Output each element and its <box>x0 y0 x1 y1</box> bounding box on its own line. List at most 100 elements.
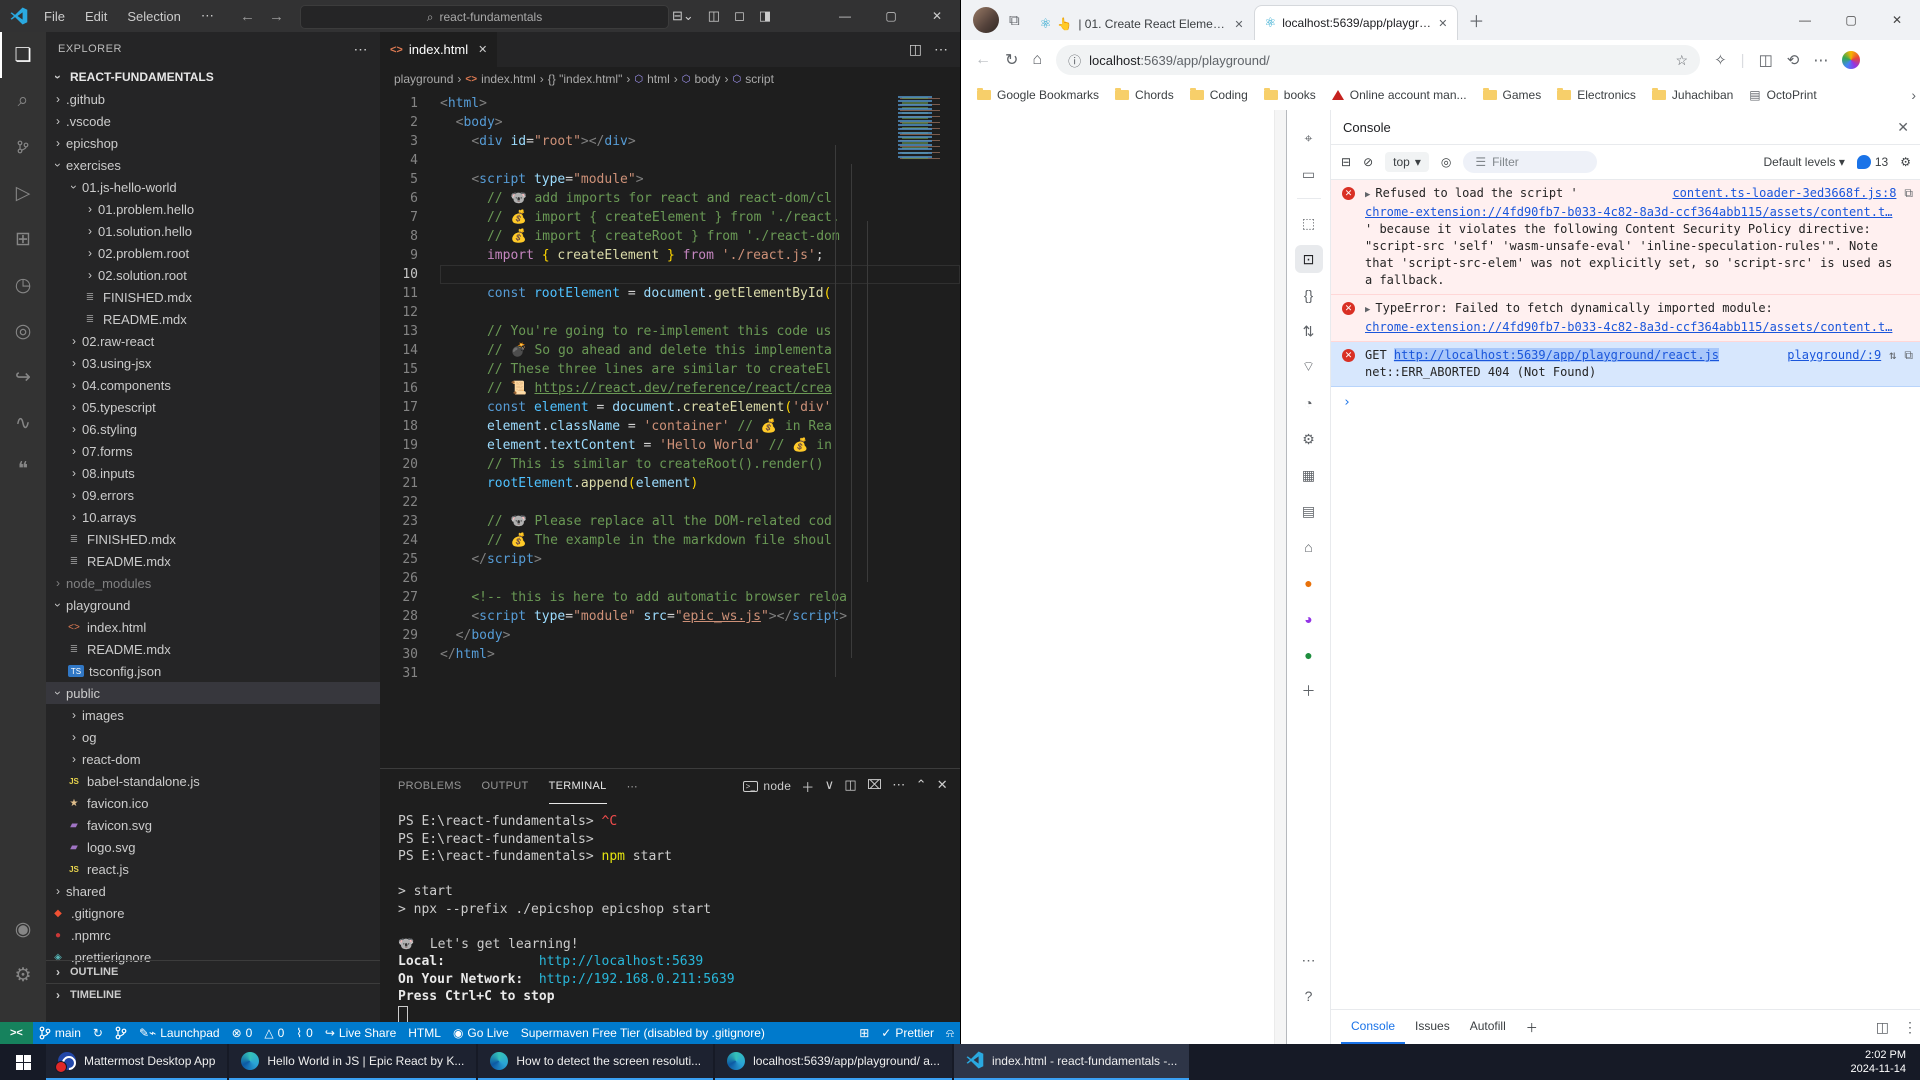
account-icon[interactable]: ◉ <box>0 906 46 952</box>
taskbar-item-3[interactable]: How to detect the screen resoluti... <box>478 1044 713 1080</box>
menu-selection[interactable]: Selection <box>119 6 188 27</box>
folder-row-04.components[interactable]: ›04.components <box>46 374 380 396</box>
toggle-panel-icon[interactable]: ◻ <box>734 8 745 24</box>
file-row-.npmrc[interactable]: ●.npmrc <box>46 924 380 946</box>
code-line-8[interactable]: 8 // 💰 import { createRoot } from './rea… <box>380 227 960 246</box>
explorer-icon[interactable]: ❏ <box>0 32 46 78</box>
bookmark-coding[interactable]: Coding <box>1184 85 1254 105</box>
folder-row-02.problem.root[interactable]: ›02.problem.root <box>46 242 380 264</box>
folder-row-01.solution.hello[interactable]: ›01.solution.hello <box>46 220 380 242</box>
browser-home-icon[interactable]: ⌂ <box>1032 51 1042 69</box>
live-share-status[interactable]: ↪Live Share <box>319 1022 402 1044</box>
launchpad-status[interactable]: ✎⌁Launchpad <box>133 1022 226 1044</box>
code-line-19[interactable]: 19 element.textContent = 'Hello World' /… <box>380 436 960 455</box>
file-row-logo.svg[interactable]: ▰logo.svg <box>46 836 380 858</box>
code-line-24[interactable]: 24 // 💰 The example in the markdown file… <box>380 531 960 550</box>
breadcrumb-item[interactable]: playground <box>394 72 453 86</box>
bookmark-octoprint[interactable]: ▤OctoPrint <box>1743 85 1822 105</box>
language-mode[interactable]: HTML <box>402 1022 447 1044</box>
folder-row-shared[interactable]: ›shared <box>46 880 380 902</box>
favorite-star-icon[interactable]: ☆ <box>1676 52 1689 69</box>
file-row-finished.mdx[interactable]: ≣FINISHED.mdx <box>46 286 380 308</box>
file-row-readme.mdx[interactable]: ≣README.mdx <box>46 638 380 660</box>
folder-row-public[interactable]: ›public <box>46 682 380 704</box>
device-emulation-icon[interactable]: ▭ <box>1295 160 1323 188</box>
folder-row-01.problem.hello[interactable]: ›01.problem.hello <box>46 198 380 220</box>
context-selector[interactable]: top▾ <box>1385 152 1429 172</box>
console-message-2[interactable]: ✕▶TypeError: Failed to fetch dynamically… <box>1331 295 1920 342</box>
file-row-finished.mdx[interactable]: ≣FINISHED.mdx <box>46 528 380 550</box>
explorer-more-icon[interactable]: ⋯ <box>354 41 369 58</box>
breadcrumb-item[interactable]: ⬡html <box>634 72 669 86</box>
console-message-3[interactable]: ✕GET http://localhost:5639/app/playgroun… <box>1331 342 1920 387</box>
clear-console-icon[interactable]: ⊘ <box>1363 155 1373 169</box>
back-icon[interactable]: ← <box>240 8 255 25</box>
issues-badge[interactable]: 13 <box>1857 155 1888 169</box>
terminal-dropdown-icon[interactable]: ∨ <box>825 777 835 796</box>
sources-panel-icon[interactable]: {} <box>1295 281 1323 309</box>
taskbar-item-2[interactable]: Hello World in JS | Epic React by K... <box>229 1044 476 1080</box>
file-row-readme.mdx[interactable]: ≣README.mdx <box>46 550 380 572</box>
more-options-icon[interactable]: ⋯ <box>1813 51 1828 69</box>
minimize-button[interactable]: — <box>1782 2 1828 38</box>
panel-tab-problems[interactable]: PROBLEMS <box>398 769 462 803</box>
code-line-11[interactable]: 11 const rootElement = document.getEleme… <box>380 284 960 303</box>
console-sidebar-icon[interactable]: ⊟ <box>1341 155 1351 169</box>
breadcrumb-item[interactable]: ⬡script <box>733 72 774 86</box>
breadcrumb-item[interactable]: ⬡body <box>682 72 721 86</box>
folder-row-react-dom[interactable]: ›react-dom <box>46 748 380 770</box>
code-line-10[interactable]: 10 <box>380 265 960 284</box>
code-line-5[interactable]: 5 <script type="module"> <box>380 170 960 189</box>
forward-icon[interactable]: → <box>269 8 284 25</box>
file-row-index.html[interactable]: <>index.html <box>46 616 380 638</box>
file-row-react.js[interactable]: JSreact.js <box>46 858 380 880</box>
share-icon[interactable]: ↪ <box>0 354 46 400</box>
code-line-9[interactable]: 9 import { createElement } from './react… <box>380 246 960 265</box>
code-line-26[interactable]: 26 <box>380 569 960 588</box>
console-prompt[interactable]: › <box>1331 387 1920 418</box>
code-line-3[interactable]: 3 <div id="root"></div> <box>380 132 960 151</box>
taskbar-clock[interactable]: 2:02 PM 2024-11-14 <box>1851 1044 1920 1080</box>
terminal-node-label[interactable]: >_node <box>743 779 792 793</box>
extensions-icon[interactable]: ⊞ <box>0 216 46 262</box>
code-line-12[interactable]: 12 <box>380 303 960 322</box>
console-panel-icon[interactable]: ⊡ <box>1295 245 1323 273</box>
folder-row-epicshop[interactable]: ›epicshop <box>46 132 380 154</box>
close-tab-icon[interactable]: ✕ <box>1438 17 1447 30</box>
remote-window-icon[interactable]: ⊟⌄ <box>672 8 694 24</box>
status-dot-icon[interactable]: ● <box>1295 641 1323 669</box>
notifications-bell-icon[interactable]: ⍾ <box>940 1022 960 1044</box>
taskbar-item-4[interactable]: localhost:5639/app/playground/ a... <box>715 1044 952 1080</box>
prettier-status[interactable]: ✓Prettier <box>875 1022 940 1044</box>
testing-icon[interactable]: ◷ <box>0 262 46 308</box>
code-line-14[interactable]: 14 // 💣 So go ahead and delete this impl… <box>380 341 960 360</box>
folder-row-03.using-jsx[interactable]: ›03.using-jsx <box>46 352 380 374</box>
code-line-28[interactable]: 28 <script type="module" src="epic_ws.js… <box>380 607 960 626</box>
devtools-close-icon[interactable]: ✕ <box>1897 119 1909 136</box>
close-tab-icon[interactable]: ✕ <box>478 43 487 56</box>
panel-tab-more[interactable]: ⋯ <box>627 769 638 803</box>
taskbar-item-5[interactable]: index.html - react-fundamentals -... <box>954 1044 1189 1080</box>
bookmark-electronics[interactable]: Electronics <box>1551 85 1642 105</box>
start-button[interactable] <box>0 1044 46 1080</box>
folder-row-exercises[interactable]: ›exercises <box>46 154 380 176</box>
settings-gear-icon[interactable]: ⚙ <box>0 952 46 998</box>
terminal[interactable]: PS E:\react-fundamentals> ^CPS E:\react-… <box>398 813 953 1023</box>
maximize-button[interactable]: ▢ <box>1828 2 1874 38</box>
drawer-menu-icon[interactable]: ⋮ <box>1903 1019 1917 1036</box>
gitlens-icon[interactable] <box>109 1022 133 1044</box>
panel-tab-output[interactable]: OUTPUT <box>482 769 529 803</box>
bookmark-games[interactable]: Games <box>1477 85 1548 105</box>
folder-row-06.styling[interactable]: ›06.styling <box>46 418 380 440</box>
source-control-icon[interactable] <box>0 124 46 170</box>
code-line-27[interactable]: 27 <!-- this is here to add automatic br… <box>380 588 960 607</box>
bookmark-online-account-man-[interactable]: Online account man... <box>1326 85 1473 105</box>
split-terminal-icon[interactable]: ◫ <box>844 777 857 796</box>
breadcrumb-item[interactable]: {} "index.html" <box>548 72 623 86</box>
bookmark-chords[interactable]: Chords <box>1109 85 1180 105</box>
log-levels-dropdown[interactable]: Default levels ▾ <box>1763 155 1844 169</box>
bookmark-books[interactable]: books <box>1258 85 1322 105</box>
copilot-icon[interactable] <box>1842 51 1860 69</box>
maximize-button[interactable]: ▢ <box>868 0 914 32</box>
add-panel-icon[interactable]: ＋ <box>1295 677 1323 705</box>
